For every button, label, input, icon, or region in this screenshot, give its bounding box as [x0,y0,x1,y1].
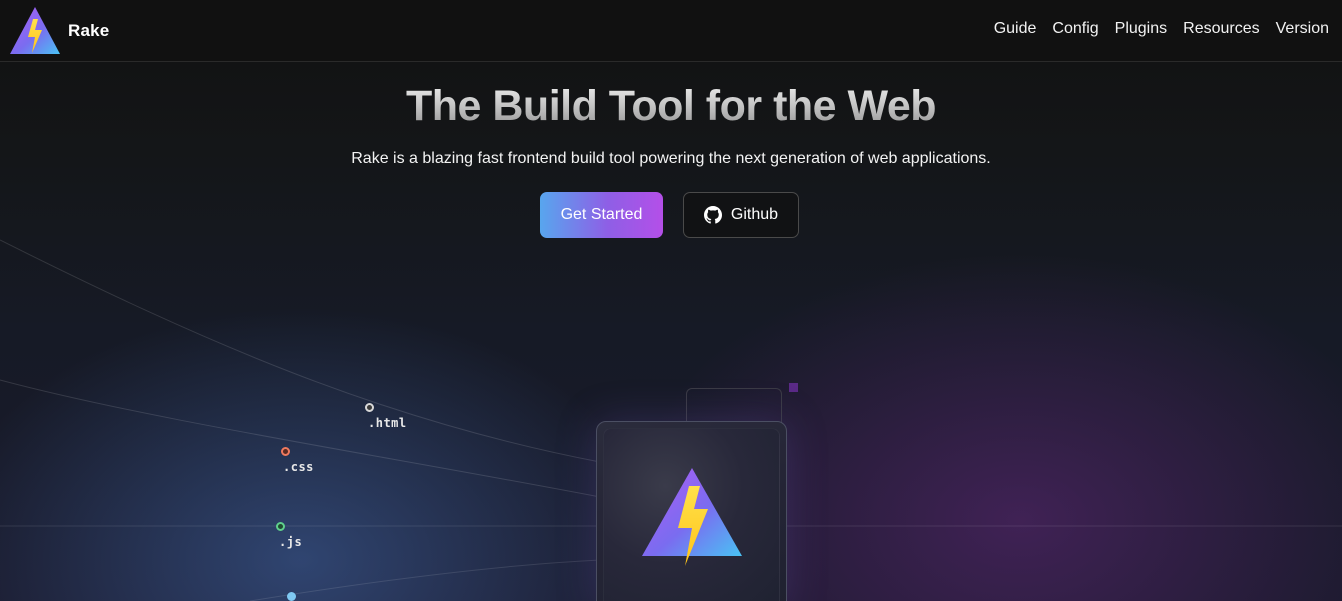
nav-item-guide[interactable]: Guide [994,20,1037,38]
top-navbar: Rake Guide Config Plugins Resources Vers… [0,0,1342,62]
brand-link[interactable]: Rake [9,6,109,56]
main-nav: Guide Config Plugins Resources Version [994,20,1329,38]
github-icon [703,206,722,224]
hero-title: The Build Tool for the Web [0,82,1342,131]
rake-logo-icon [10,7,60,54]
get-started-button[interactable]: Get Started [540,192,663,238]
brand-name: Rake [68,21,110,40]
decorative-square [789,383,798,392]
css-node-label: .css [283,460,314,474]
hero-subtitle: Rake is a blazing fast frontend build to… [351,150,991,167]
js-node-dot [276,522,285,531]
file-node-dot [287,592,296,601]
css-node-dot [281,447,290,456]
rake-logo-icon [642,468,742,566]
github-button[interactable]: Github [683,192,799,238]
get-started-label: Get Started [560,206,643,223]
github-label: Github [730,206,779,223]
nav-item-resources[interactable]: Resources [1183,20,1259,38]
js-node-label: .js [279,535,303,549]
html-node-label: .html [368,416,407,430]
nav-item-version[interactable]: Version [1276,20,1329,38]
html-node-dot [365,403,374,412]
nav-item-config[interactable]: Config [1052,20,1098,38]
nav-item-plugins[interactable]: Plugins [1115,20,1167,38]
logo-card [596,421,787,601]
